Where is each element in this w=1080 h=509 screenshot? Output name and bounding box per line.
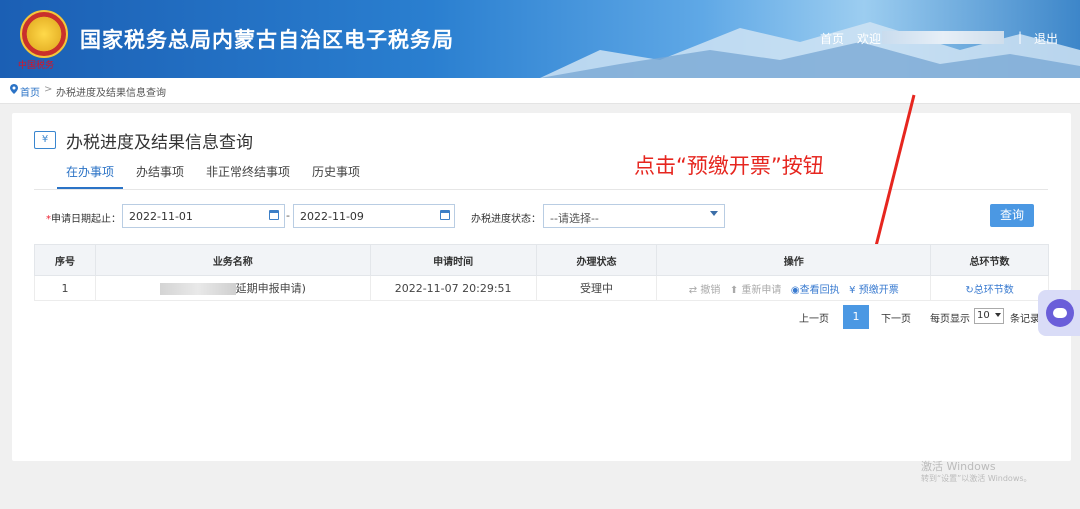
view-receipt-label: 查看回执 xyxy=(799,284,840,296)
chevron-down-icon xyxy=(995,313,1001,317)
reapply-label: 重新申请 xyxy=(741,284,782,296)
results-table: 序号 业务名称 申请时间 办理状态 操作 总环节数 1 延期申报申请) 2022… xyxy=(34,244,1049,301)
tab-history[interactable]: 历史事项 xyxy=(312,163,360,180)
next-page-button[interactable]: 下一页 xyxy=(881,310,911,325)
chat-bot-icon xyxy=(1046,299,1074,327)
swap-icon: ⇄ xyxy=(688,284,698,296)
mountain-banner xyxy=(540,22,1080,78)
prepay-invoice-button[interactable]: ¥ 预缴开票 xyxy=(849,285,899,296)
location-pin-icon xyxy=(10,84,18,94)
prepay-invoice-label: 预缴开票 xyxy=(858,284,899,296)
prev-page-button[interactable]: 上一页 xyxy=(799,310,829,325)
per-page-label: 每页显示 xyxy=(930,314,970,325)
header-status: 办理状态 xyxy=(535,244,658,276)
cell-business-name: 延期申报申请) xyxy=(94,275,371,301)
reapply-button: ⬆ 重新申请 xyxy=(730,285,782,296)
eye-icon: ◉ xyxy=(790,284,800,296)
nav-home-link[interactable]: 首页 xyxy=(820,30,844,47)
query-button[interactable]: 查询 xyxy=(990,204,1034,227)
per-page-value: 10 xyxy=(977,310,990,321)
breadcrumb-home-link[interactable]: 首页 xyxy=(20,84,40,99)
per-page-select[interactable]: 10 xyxy=(974,308,1004,324)
status-select[interactable]: --请选择-- xyxy=(543,204,725,228)
tab-completed[interactable]: 办结事项 xyxy=(136,163,184,180)
start-date-input[interactable]: 2022-11-01 xyxy=(122,204,285,228)
page-number-current[interactable]: 1 xyxy=(843,305,869,329)
status-label: 办税进度状态： xyxy=(471,214,541,225)
table-header-row: 序号 业务名称 申请时间 办理状态 操作 总环节数 xyxy=(34,244,1049,276)
windows-activation-watermark: 激活 Windows xyxy=(921,460,996,473)
revoke-label: 撤销 xyxy=(700,284,721,296)
active-tab-indicator xyxy=(57,187,123,189)
status-select-value: --请选择-- xyxy=(550,212,599,225)
header-total-steps: 总环节数 xyxy=(930,244,1049,276)
header-operations: 操作 xyxy=(656,244,932,276)
date-range-label-text: 申请日期起止： xyxy=(51,214,121,225)
windows-activation-hint: 转到“设置”以激活 Windows。 xyxy=(921,474,1032,483)
cell-operations: ⇄ 撤销 ⬆ 重新申请 ◉查看回执 ¥ 预缴开票 xyxy=(656,275,932,301)
total-steps-link[interactable]: ↻总环节数 xyxy=(965,285,1013,296)
breadcrumb-separator: > xyxy=(44,84,53,95)
yuan-icon: ¥ xyxy=(849,284,856,296)
tab-divider xyxy=(34,189,1048,190)
table-row: 1 延期申报申请) 2022-11-07 20:29:51 受理中 ⇄ 撤销 ⬆… xyxy=(34,275,1049,301)
total-steps-label: 总环节数 xyxy=(973,284,1014,296)
site-title: 国家税务总局内蒙古自治区电子税务局 xyxy=(80,28,454,52)
breadcrumb-current: 办税进度及结果信息查询 xyxy=(56,88,166,99)
tax-emblem-icon xyxy=(20,10,68,58)
breadcrumb: 首页 > 办税进度及结果信息查询 xyxy=(0,78,1080,104)
blurred-business-name xyxy=(159,283,236,295)
upload-icon: ⬆ xyxy=(729,284,739,296)
assistant-float-button[interactable] xyxy=(1038,290,1080,336)
revoke-button: ⇄ 撤销 xyxy=(689,285,721,296)
calendar-icon[interactable] xyxy=(269,210,279,220)
header-index: 序号 xyxy=(34,244,96,276)
site-header: 中国税务 国家税务总局内蒙古自治区电子税务局 首页 欢迎 | 退出 xyxy=(0,0,1080,78)
header-business-name: 业务名称 xyxy=(94,244,371,276)
date-range-label: *申请日期起止： xyxy=(46,210,121,225)
cell-total-steps: ↻总环节数 xyxy=(930,275,1049,301)
view-receipt-button[interactable]: ◉查看回执 xyxy=(791,285,840,296)
emblem-text: 中国税务 xyxy=(18,61,55,71)
blurred-username xyxy=(882,31,1004,44)
cell-status: 受理中 xyxy=(535,275,658,301)
instruction-annotation: 点击“预缴开票”按钮 xyxy=(634,154,824,178)
tab-in-progress[interactable]: 在办事项 xyxy=(66,163,114,180)
chevron-down-icon xyxy=(710,211,718,216)
nav-welcome-text: 欢迎 xyxy=(857,32,882,46)
tab-abnormal-end[interactable]: 非正常终结事项 xyxy=(206,163,290,180)
cell-apply-time: 2022-11-07 20:29:51 xyxy=(369,275,537,301)
end-date-input[interactable]: 2022-11-09 xyxy=(293,204,455,228)
cell-index: 1 xyxy=(34,275,96,301)
header-apply-time: 申请时间 xyxy=(369,244,537,276)
tax-document-icon: ¥ xyxy=(34,131,56,149)
page-title: 办税进度及结果信息查询 xyxy=(66,133,253,153)
logout-link[interactable]: 退出 xyxy=(1034,30,1058,47)
date-range-dash: - xyxy=(286,209,290,222)
calendar-icon[interactable] xyxy=(440,210,450,220)
nav-separator: | xyxy=(1018,30,1023,44)
business-name-suffix: 延期申报申请) xyxy=(235,282,306,295)
refresh-icon: ↻ xyxy=(965,284,974,296)
